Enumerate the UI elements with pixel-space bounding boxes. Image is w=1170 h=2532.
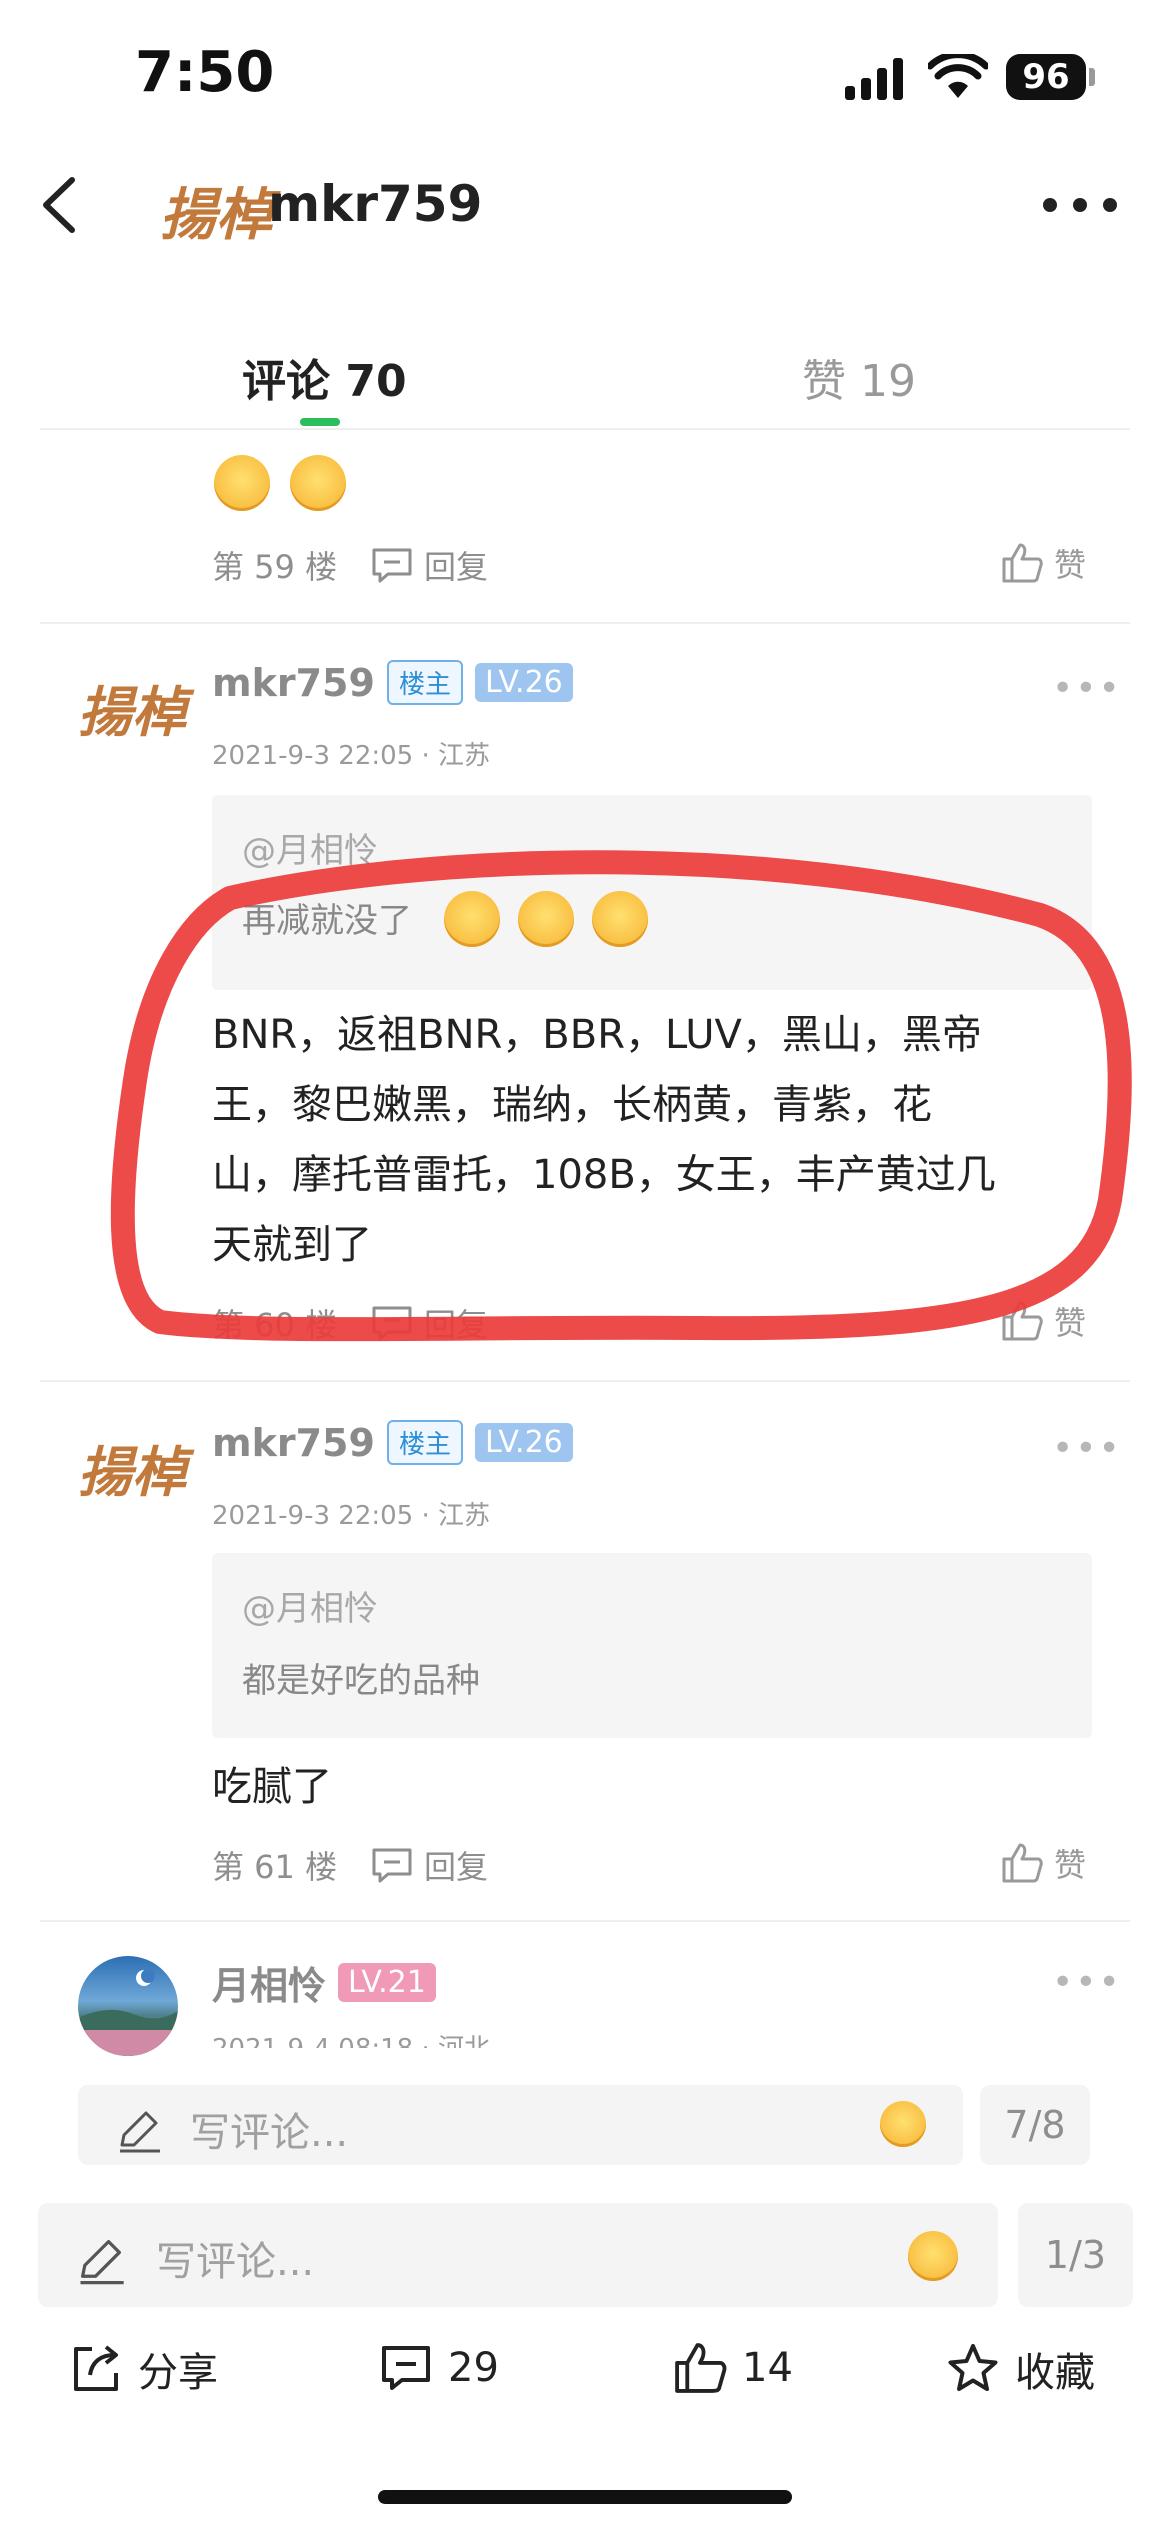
star-icon <box>948 2344 998 2391</box>
inner-page-indicator[interactable]: 7/8 <box>980 2085 1090 2165</box>
comment-count: 29 <box>448 2345 499 2391</box>
quoted-comment[interactable]: @月相怜 都是好吃的品种 <box>212 1553 1092 1738</box>
post-meta: 2021-9-3 22:05 · 江苏 <box>212 1501 491 1531</box>
comments-button[interactable]: 29 <box>378 2340 499 2396</box>
post-more-button[interactable]: ••• <box>1052 1428 1122 1469</box>
quote-user: @月相怜 <box>242 1589 378 1629</box>
quote-text: 都是好吃的品种 <box>242 1661 480 1701</box>
inner-comment-placeholder: 写评论... <box>190 2110 349 2156</box>
share-button[interactable]: 分享 <box>68 2340 218 2398</box>
share-icon <box>74 2345 118 2391</box>
comment-text: 吃腻了 <box>212 1764 332 1810</box>
favorite-label: 收藏 <box>1015 2350 1095 2396</box>
thumbs-up-icon <box>675 2343 727 2393</box>
avatar[interactable] <box>78 1956 178 2056</box>
floor-number: 第 61 楼 <box>212 1848 338 1886</box>
reply-button[interactable]: 回复 <box>370 1842 488 1888</box>
emoji-picker-icon[interactable] <box>908 2231 958 2281</box>
user-info: 月相怜 LV.21 <box>212 1955 436 2010</box>
post-divider <box>40 1380 1130 1382</box>
home-indicator <box>378 2490 792 2504</box>
post-meta: 2021-9-4 08:18 · 河北 <box>212 2028 612 2048</box>
user-name[interactable]: 月相怜 <box>212 1955 326 2010</box>
user-name[interactable]: mkr759 <box>212 1421 375 1465</box>
reply-label: 回复 <box>424 1848 489 1886</box>
comment-placeholder: 写评论... <box>156 2239 315 2285</box>
post-divider <box>40 1920 1130 1922</box>
like-label: 赞 <box>1054 1846 1087 1884</box>
avatar[interactable]: 揚棹 <box>78 1428 186 1507</box>
favorite-button[interactable]: 收藏 <box>945 2340 1095 2398</box>
comment-input[interactable]: 写评论... <box>38 2203 998 2307</box>
thumbs-up-icon <box>1002 1843 1043 1883</box>
post-more-button[interactable]: ••• <box>1052 1962 1122 2003</box>
user-info: mkr759 楼主 LV.26 <box>212 1420 573 1465</box>
post-meta-clip: 2021-9-4 08:18 · 河北 <box>212 2028 612 2048</box>
comment-icon <box>382 2346 430 2390</box>
like-post-button[interactable]: 14 <box>672 2340 793 2396</box>
reply-icon <box>372 1848 412 1883</box>
pencil-icon <box>120 2111 160 2153</box>
share-label: 分享 <box>138 2350 218 2396</box>
inner-comment-input[interactable]: 写评论... <box>78 2085 963 2165</box>
level-badge: LV.26 <box>474 1423 573 1462</box>
page-indicator[interactable]: 1/3 <box>1018 2203 1133 2307</box>
like-button[interactable]: 赞 <box>1000 1840 1086 1886</box>
host-badge: 楼主 <box>386 1420 463 1465</box>
like-count: 14 <box>742 2345 793 2391</box>
emoji-picker-icon[interactable] <box>880 2101 926 2147</box>
pencil-icon <box>80 2240 124 2285</box>
moon-landscape-icon <box>78 1969 178 2056</box>
level-badge: LV.21 <box>338 1963 436 2002</box>
